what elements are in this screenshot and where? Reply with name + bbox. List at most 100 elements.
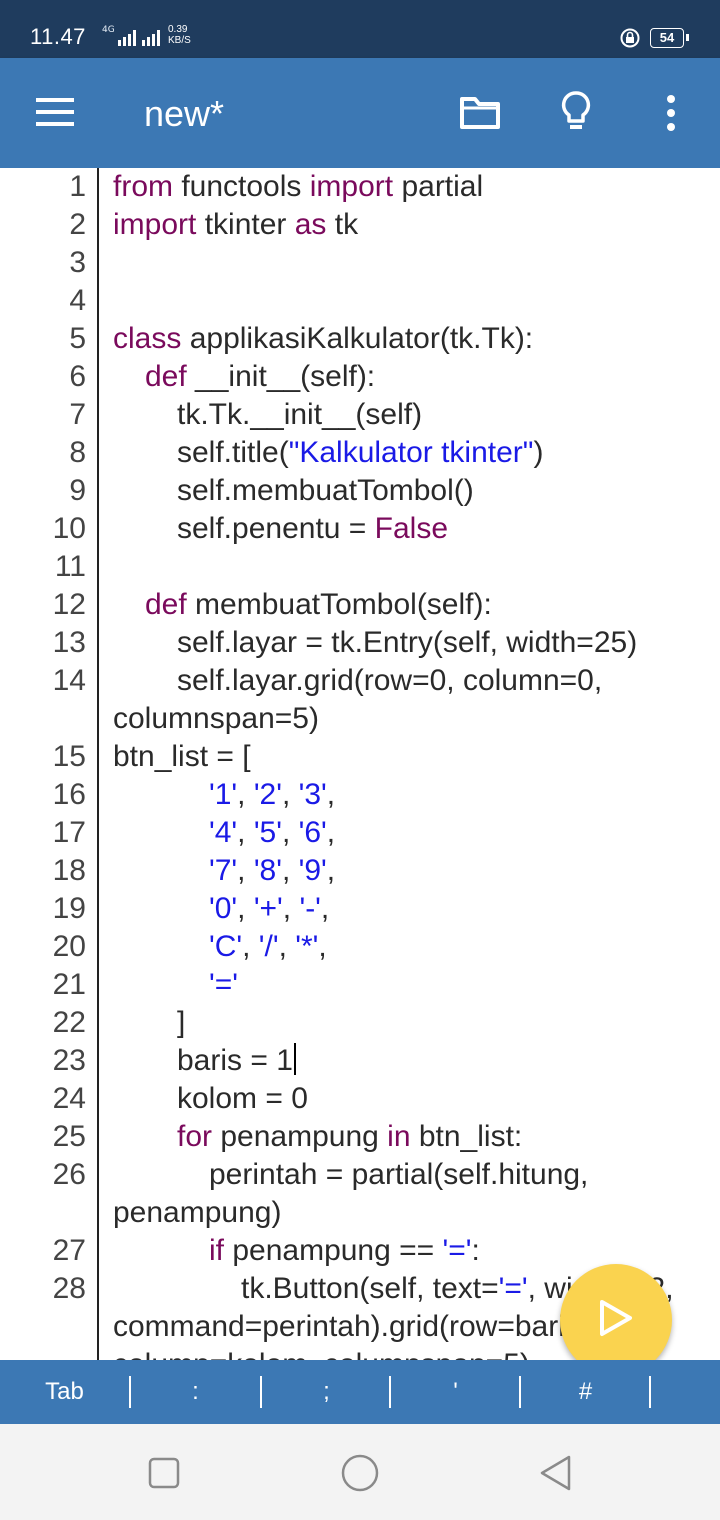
code-line[interactable]: 18 '7', '8', '9', xyxy=(0,852,720,890)
code-text: command=perintah).grid(row=baris, xyxy=(113,1308,588,1346)
line-number: 16 xyxy=(52,778,86,811)
network-speed: 0.39 KB/S xyxy=(168,24,191,46)
key-quote[interactable]: ' xyxy=(391,1360,520,1424)
code-token: functools xyxy=(173,170,310,203)
code-keyword: import xyxy=(113,208,197,241)
line-number: 26 xyxy=(52,1158,86,1191)
code-line[interactable]: 10 self.penentu = False xyxy=(0,510,720,548)
extra-keys-bar: Tab : ; ' # ( xyxy=(0,1360,720,1424)
code-text: for penampung in btn_list: xyxy=(177,1118,522,1156)
code-line[interactable]: columnspan=5) xyxy=(0,700,720,738)
key-colon[interactable]: : xyxy=(131,1360,260,1424)
code-text: def __init__(self): xyxy=(145,358,375,396)
code-line[interactable]: 12 def membuatTombol(self): xyxy=(0,586,720,624)
line-number: 2 xyxy=(69,208,86,241)
line-number: 6 xyxy=(69,360,86,393)
menu-icon[interactable] xyxy=(36,96,76,128)
code-line[interactable]: 3 xyxy=(0,244,720,282)
code-line[interactable]: 6 def __init__(self): xyxy=(0,358,720,396)
code-string: '2' xyxy=(253,778,282,811)
home-circle-icon[interactable] xyxy=(340,1453,380,1493)
code-line[interactable]: 19 '0', '+', '-', xyxy=(0,890,720,928)
line-number: 20 xyxy=(52,930,86,963)
code-line[interactable]: 9 self.membuatTombol() xyxy=(0,472,720,510)
code-line[interactable]: 24 kolom = 0 xyxy=(0,1080,720,1118)
line-number: 3 xyxy=(69,246,86,279)
system-nav-bar xyxy=(0,1424,720,1520)
code-line[interactable]: 23 baris = 1 xyxy=(0,1042,720,1080)
line-number: 10 xyxy=(52,512,86,545)
key-tab[interactable]: Tab xyxy=(0,1360,129,1424)
code-line[interactable]: 25 for penampung in btn_list: xyxy=(0,1118,720,1156)
signal-icon xyxy=(118,30,136,46)
code-token: self.layar = tk.Entry(self, width=25) xyxy=(177,626,638,659)
code-token: btn_list: xyxy=(410,1120,523,1153)
code-text: self.penentu = False xyxy=(177,510,448,548)
code-token: , xyxy=(281,778,299,811)
code-token: baris = 1 xyxy=(177,1044,293,1077)
more-vert-icon[interactable] xyxy=(664,94,678,134)
code-text: '0', '+', '-', xyxy=(209,890,329,928)
code-token: perintah = partial(self.hitung, xyxy=(209,1158,589,1191)
code-token: partial xyxy=(393,170,484,203)
code-token: tk xyxy=(326,208,359,241)
code-line[interactable]: 5 class applikasiKalkulator(tk.Tk): xyxy=(0,320,720,358)
code-token: penampung xyxy=(212,1120,388,1153)
code-token: , xyxy=(326,778,336,811)
code-string: '7' xyxy=(209,854,238,887)
code-line[interactable]: 8 self.title("Kalkulator tkinter") xyxy=(0,434,720,472)
code-string: "Kalkulator tkinter" xyxy=(288,436,534,469)
code-line[interactable]: 17 '4', '5', '6', xyxy=(0,814,720,852)
folder-icon[interactable] xyxy=(459,94,501,130)
key-semicolon[interactable]: ; xyxy=(262,1360,391,1424)
key-hash[interactable]: # xyxy=(521,1360,650,1424)
lightbulb-icon[interactable] xyxy=(560,90,592,134)
line-number: 5 xyxy=(69,322,86,355)
code-line[interactable]: 20 'C', '/', '*', xyxy=(0,928,720,966)
code-token: , xyxy=(320,892,330,925)
code-token: columnspan=5) xyxy=(113,702,319,735)
code-line[interactable]: 4 xyxy=(0,282,720,320)
code-line[interactable]: 11 xyxy=(0,548,720,586)
code-line[interactable]: 7 tk.Tk.__init__(self) xyxy=(0,396,720,434)
code-line[interactable]: 15 btn_list = [ xyxy=(0,738,720,776)
code-text: self.layar.grid(row=0, column=0, xyxy=(177,662,602,700)
battery-tip xyxy=(686,34,689,41)
code-string: '=' xyxy=(442,1234,472,1267)
line-number: 19 xyxy=(52,892,86,925)
code-editor[interactable]: 1 from functools import partial 2 import tk… xyxy=(0,168,720,1360)
line-number: 14 xyxy=(52,664,86,697)
line-number: 4 xyxy=(69,284,86,317)
code-string: '8' xyxy=(253,854,282,887)
code-token: , xyxy=(237,854,254,887)
code-keyword: class xyxy=(113,322,182,355)
code-line[interactable]: penampung) xyxy=(0,1194,720,1232)
code-token: , xyxy=(237,778,254,811)
code-line[interactable]: 22] xyxy=(0,1004,720,1042)
code-line[interactable]: 21 '=' xyxy=(0,966,720,1004)
key-open-paren[interactable]: ( xyxy=(651,1360,720,1424)
code-token: , xyxy=(282,892,300,925)
code-line[interactable]: 13 self.layar = tk.Entry(self, width=25) xyxy=(0,624,720,662)
code-text: if penampung == '=': xyxy=(209,1232,480,1270)
signal-icon xyxy=(142,30,160,46)
code-token: , xyxy=(242,930,259,963)
code-text: '1', '2', '3', xyxy=(209,776,335,814)
line-number: 11 xyxy=(54,550,86,583)
code-line[interactable]: 26 perintah = partial(self.hitung, xyxy=(0,1156,720,1194)
code-token: tk.Button(self, text= xyxy=(241,1272,499,1305)
recents-square-icon[interactable] xyxy=(148,1457,180,1489)
code-token: , xyxy=(318,930,327,963)
code-line[interactable]: 16 '1', '2', '3', xyxy=(0,776,720,814)
network-speed-value: 0.39 xyxy=(168,24,188,35)
code-token: penampung == xyxy=(224,1234,443,1267)
rotation-lock-icon xyxy=(620,28,640,48)
code-string: '5' xyxy=(253,816,282,849)
back-triangle-icon[interactable] xyxy=(538,1454,574,1492)
code-string: '/' xyxy=(258,930,279,963)
code-line[interactable]: 1 from functools import partial xyxy=(0,168,720,206)
code-line[interactable]: 14 self.layar.grid(row=0, column=0, xyxy=(0,662,720,700)
code-line[interactable]: 2 import tkinter as tk xyxy=(0,206,720,244)
line-number: 28 xyxy=(52,1272,86,1305)
code-text: self.title("Kalkulator tkinter") xyxy=(177,434,543,472)
